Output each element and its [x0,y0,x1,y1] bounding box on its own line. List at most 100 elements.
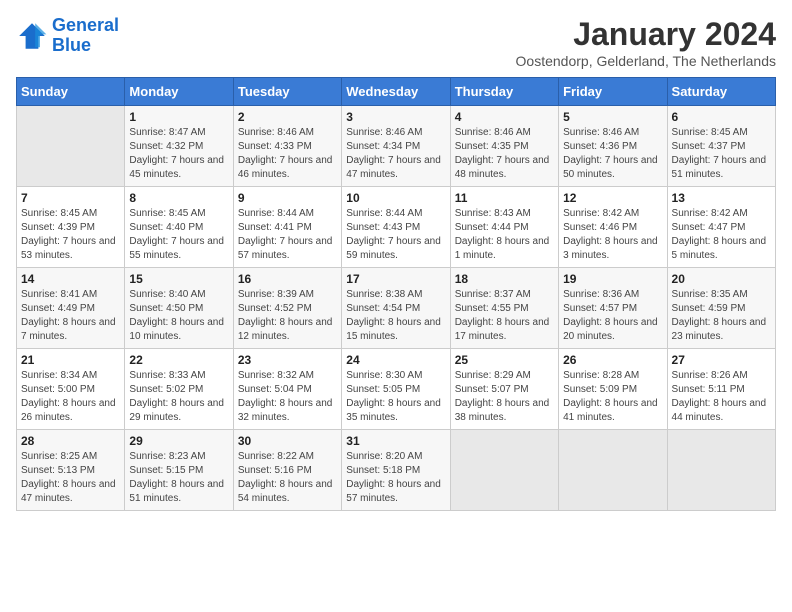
calendar-day-cell: 10 Sunrise: 8:44 AMSunset: 4:43 PMDayligh… [342,187,450,268]
title-block: January 2024 Oostendorp, Gelderland, The… [516,16,776,69]
weekday-header: Wednesday [342,78,450,106]
weekday-header: Friday [559,78,667,106]
calendar-day-cell: 3Sunrise: 8:46 AMSunset: 4:34 PMDaylight… [342,106,450,187]
logo: General Blue [16,16,119,56]
day-info: Sunrise: 8:47 AMSunset: 4:32 PMDaylight:… [129,126,228,182]
day-info: Sunrise: 8:46 AMSunset: 4:34 PMDaylight:… [346,126,445,182]
calendar-day-cell: 6 Sunrise: 8:45 AMSunset: 4:37 PMDaylight… [667,106,775,187]
calendar-day-cell [17,106,125,187]
day-info: Sunrise: 8:23 AMSunset: 5:15 PMDaylight:… [129,450,228,506]
calendar-week-row: 1 Sunrise: 8:47 AMSunset: 4:32 PMDaylight… [17,106,776,187]
day-number: 5 [563,110,662,124]
calendar-day-cell: 30Sunrise: 8:22 AMSunset: 5:16 PMDayligh… [233,430,341,511]
day-number: 23 [238,353,337,367]
page-header: General Blue January 2024 Oostendorp, Ge… [16,16,776,69]
day-info: Sunrise: 8:35 AMSunset: 4:59 PMDaylight:… [672,288,771,344]
day-number: 28 [21,434,120,448]
day-number: 7 [21,191,120,205]
day-info: Sunrise: 8:41 AMSunset: 4:49 PMDaylight:… [21,288,120,344]
day-info: Sunrise: 8:45 AMSunset: 4:37 PMDaylight:… [672,126,771,182]
day-number: 22 [129,353,228,367]
calendar-day-cell: 14Sunrise: 8:41 AMSunset: 4:49 PMDayligh… [17,268,125,349]
calendar-week-row: 21Sunrise: 8:34 AMSunset: 5:00 PMDayligh… [17,349,776,430]
weekday-header: Sunday [17,78,125,106]
calendar-day-cell: 28Sunrise: 8:25 AMSunset: 5:13 PMDayligh… [17,430,125,511]
logo-line2: Blue [52,35,91,55]
calendar-day-cell: 19 Sunrise: 8:36 AMSunset: 4:57 PMDayligh… [559,268,667,349]
calendar-day-cell: 4 Sunrise: 8:46 AMSunset: 4:35 PMDaylight… [450,106,558,187]
day-info: Sunrise: 8:45 AMSunset: 4:40 PMDaylight:… [129,207,228,263]
day-info: Sunrise: 8:29 AMSunset: 5:07 PMDaylight:… [455,369,554,425]
logo-line1: General [52,15,119,35]
day-info: Sunrise: 8:28 AMSunset: 5:09 PMDaylight:… [563,369,662,425]
day-number: 15 [129,272,228,286]
day-number: 6 [672,110,771,124]
day-info: Sunrise: 8:22 AMSunset: 5:16 PMDaylight:… [238,450,337,506]
weekday-header: Thursday [450,78,558,106]
calendar-day-cell [667,430,775,511]
calendar-day-cell: 22 Sunrise: 8:33 AMSunset: 5:02 PMDayligh… [125,349,233,430]
day-info: Sunrise: 8:33 AMSunset: 5:02 PMDaylight:… [129,369,228,425]
day-number: 16 [238,272,337,286]
location: Oostendorp, Gelderland, The Netherlands [516,53,776,69]
day-info: Sunrise: 8:42 AMSunset: 4:47 PMDaylight:… [672,207,771,263]
logo-text: General Blue [52,16,119,56]
calendar-day-cell [450,430,558,511]
calendar-day-cell: 2 Sunrise: 8:46 AMSunset: 4:33 PMDaylight… [233,106,341,187]
calendar-day-cell: 29 Sunrise: 8:23 AMSunset: 5:15 PMDayligh… [125,430,233,511]
day-info: Sunrise: 8:36 AMSunset: 4:57 PMDaylight:… [563,288,662,344]
calendar-day-cell: 27Sunrise: 8:26 AMSunset: 5:11 PMDayligh… [667,349,775,430]
weekday-header: Monday [125,78,233,106]
day-info: Sunrise: 8:43 AMSunset: 4:44 PMDaylight:… [455,207,554,263]
day-number: 20 [672,272,771,286]
calendar-day-cell: 18 Sunrise: 8:37 AMSunset: 4:55 PMDayligh… [450,268,558,349]
day-number: 19 [563,272,662,286]
day-info: Sunrise: 8:46 AMSunset: 4:36 PMDaylight:… [563,126,662,182]
calendar-day-cell: 31 Sunrise: 8:20 AMSunset: 5:18 PMDayligh… [342,430,450,511]
day-number: 8 [129,191,228,205]
calendar-day-cell: 11 Sunrise: 8:43 AMSunset: 4:44 PMDayligh… [450,187,558,268]
day-info: Sunrise: 8:46 AMSunset: 4:33 PMDaylight:… [238,126,337,182]
calendar-day-cell: 25 Sunrise: 8:29 AMSunset: 5:07 PMDayligh… [450,349,558,430]
day-info: Sunrise: 8:34 AMSunset: 5:00 PMDaylight:… [21,369,120,425]
calendar-day-cell: 15 Sunrise: 8:40 AMSunset: 4:50 PMDayligh… [125,268,233,349]
day-info: Sunrise: 8:30 AMSunset: 5:05 PMDaylight:… [346,369,445,425]
calendar-day-cell [559,430,667,511]
day-number: 31 [346,434,445,448]
day-info: Sunrise: 8:32 AMSunset: 5:04 PMDaylight:… [238,369,337,425]
calendar-day-cell: 26 Sunrise: 8:28 AMSunset: 5:09 PMDayligh… [559,349,667,430]
calendar-day-cell: 5 Sunrise: 8:46 AMSunset: 4:36 PMDaylight… [559,106,667,187]
day-number: 29 [129,434,228,448]
day-number: 4 [455,110,554,124]
day-number: 26 [563,353,662,367]
day-info: Sunrise: 8:38 AMSunset: 4:54 PMDaylight:… [346,288,445,344]
day-number: 18 [455,272,554,286]
day-info: Sunrise: 8:45 AMSunset: 4:39 PMDaylight:… [21,207,120,263]
day-number: 1 [129,110,228,124]
calendar-day-cell: 8 Sunrise: 8:45 AMSunset: 4:40 PMDaylight… [125,187,233,268]
day-number: 27 [672,353,771,367]
calendar-day-cell: 12Sunrise: 8:42 AMSunset: 4:46 PMDayligh… [559,187,667,268]
weekday-header: Tuesday [233,78,341,106]
day-number: 25 [455,353,554,367]
day-info: Sunrise: 8:39 AMSunset: 4:52 PMDaylight:… [238,288,337,344]
calendar-day-cell: 20 Sunrise: 8:35 AMSunset: 4:59 PMDayligh… [667,268,775,349]
day-info: Sunrise: 8:44 AMSunset: 4:41 PMDaylight:… [238,207,337,263]
day-number: 24 [346,353,445,367]
day-info: Sunrise: 8:46 AMSunset: 4:35 PMDaylight:… [455,126,554,182]
day-info: Sunrise: 8:37 AMSunset: 4:55 PMDaylight:… [455,288,554,344]
day-number: 17 [346,272,445,286]
calendar-day-cell: 16 Sunrise: 8:39 AMSunset: 4:52 PMDayligh… [233,268,341,349]
day-number: 2 [238,110,337,124]
day-number: 13 [672,191,771,205]
day-number: 11 [455,191,554,205]
month-title: January 2024 [516,16,776,53]
day-info: Sunrise: 8:20 AMSunset: 5:18 PMDaylight:… [346,450,445,506]
calendar-week-row: 14Sunrise: 8:41 AMSunset: 4:49 PMDayligh… [17,268,776,349]
day-info: Sunrise: 8:42 AMSunset: 4:46 PMDaylight:… [563,207,662,263]
calendar-day-cell: 23 Sunrise: 8:32 AMSunset: 5:04 PMDayligh… [233,349,341,430]
day-info: Sunrise: 8:44 AMSunset: 4:43 PMDaylight:… [346,207,445,263]
day-info: Sunrise: 8:40 AMSunset: 4:50 PMDaylight:… [129,288,228,344]
calendar-day-cell: 9Sunrise: 8:44 AMSunset: 4:41 PMDaylight… [233,187,341,268]
day-number: 10 [346,191,445,205]
